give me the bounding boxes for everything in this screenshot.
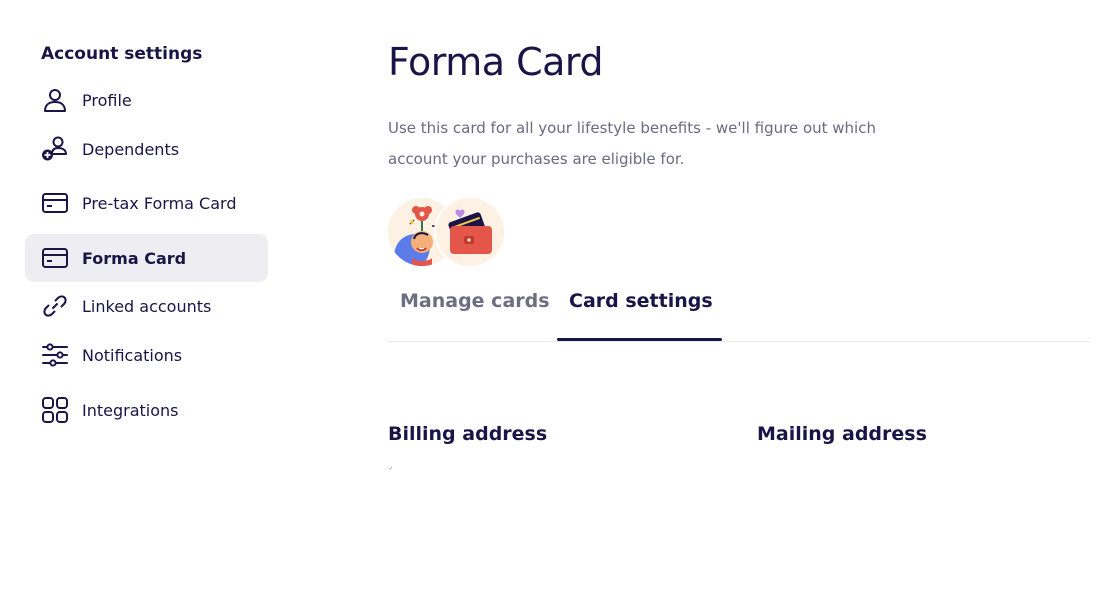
sidebar-item-linked-accounts[interactable]: Linked accounts (25, 282, 268, 330)
mailing-address-heading: Mailing address (757, 423, 927, 445)
card-icon (41, 244, 69, 272)
sidebar-item-label: Dependents (82, 139, 180, 159)
sidebar-item-label: Linked accounts (82, 296, 212, 316)
billing-address-heading: Billing address (388, 423, 548, 445)
card-icon (41, 189, 69, 217)
link-icon (41, 292, 69, 320)
grid-icon (41, 396, 69, 424)
tab-card-settings[interactable]: Card settings (557, 278, 722, 341)
sidebar-item-label: Forma Card (82, 248, 187, 268)
sidebar-item-notifications[interactable]: Notifications (25, 331, 268, 379)
wallet-illustration-icon (436, 198, 504, 266)
loading-mark (389, 466, 393, 470)
sidebar-item-label: Pre-tax Forma Card (82, 193, 237, 213)
page: Account settings Profile Dependents Pre-… (0, 0, 1100, 612)
person-icon (41, 86, 69, 114)
page-description: Use this card for all your lifestyle ben… (388, 119, 876, 168)
tab-manage-cards[interactable]: Manage cards (400, 278, 550, 340)
sidebar-item-label: Profile (82, 90, 132, 110)
sidebar-item-forma-card[interactable]: Forma Card (25, 234, 268, 282)
sidebar-item-label: Notifications (82, 345, 183, 365)
sidebar-item-integrations[interactable]: Integrations (25, 386, 268, 434)
tab-bar: Manage cards Card settings (388, 278, 1090, 342)
sidebar-item-dependents[interactable]: Dependents (25, 125, 268, 173)
sidebar-item-pretax-forma-card[interactable]: Pre-tax Forma Card (25, 179, 268, 227)
sliders-icon (41, 341, 69, 369)
sidebar-item-label: Integrations (82, 400, 179, 420)
page-title: Forma Card (388, 40, 603, 84)
sidebar-title: Account settings (41, 44, 203, 64)
add-person-icon (41, 135, 69, 163)
sidebar-item-profile[interactable]: Profile (25, 76, 268, 124)
